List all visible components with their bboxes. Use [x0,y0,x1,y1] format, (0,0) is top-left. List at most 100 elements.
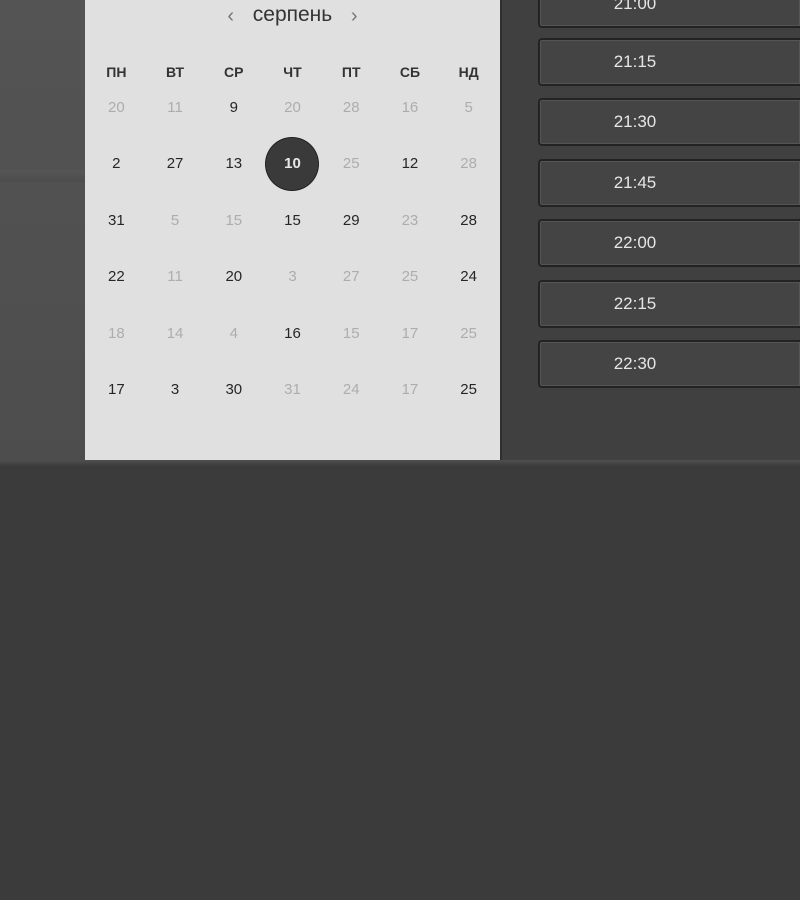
time-slot-label: 22:15 [613,294,657,313]
calendar-day-number: 27 [166,155,184,173]
panel-bottom-edge [0,460,800,466]
backdrop-left [0,0,85,462]
calendar-day-number: 20 [108,98,125,116]
time-slot-button[interactable]: 22:00 [538,219,800,267]
calendar-day-number: 30 [225,381,243,399]
calendar-day-number: 31 [284,381,301,399]
calendar-day[interactable]: 27 [146,136,205,193]
time-slot-button[interactable]: 21:00 [538,0,800,28]
calendar-day-number: 11 [167,268,183,286]
calendar-day[interactable]: 15 [204,192,263,249]
calendar-day[interactable]: 31 [263,362,322,419]
time-slot-button[interactable]: 22:15 [538,280,800,328]
time-slot-label: 22:00 [613,233,657,252]
calendar-day[interactable]: 20 [263,79,322,136]
calendar-day-number: 24 [460,268,477,286]
calendar-day[interactable]: 23 [381,192,440,249]
calendar-day-grid: 20 11 9 20 28 16 5 2 27 13 10 25 12 28 31 5 15 15 29 23 28 22… [87,79,498,418]
calendar-day[interactable]: 20 [204,249,263,306]
calendar-day-number: 14 [166,324,184,342]
chevron-right-icon[interactable]: › [344,4,364,28]
calendar-day[interactable]: 20 [87,79,146,136]
calendar-day[interactable]: 17 [87,362,146,419]
time-slot-label: 21:00 [613,0,657,13]
calendar-day-number: 9 [229,98,238,116]
calendar-day[interactable]: 30 [204,362,263,419]
calendar-day[interactable]: 15 [263,192,322,249]
date-picker-calendar: ‹ серпень › ПН ВТ СР ЧТ ПТ СБ НД 20 11 9 20… [85,0,500,460]
time-slot-button[interactable]: 21:45 [538,159,800,207]
calendar-day[interactable]: 4 [204,305,263,362]
calendar-day-number: 24 [342,381,360,399]
calendar-day[interactable]: 2 [87,136,146,193]
calendar-day[interactable]: 12 [381,136,440,193]
time-slot-button[interactable]: 21:15 [538,38,800,86]
calendar-day[interactable]: 29 [322,192,381,249]
calendar-day[interactable]: 16 [263,305,322,362]
time-slot-label: 21:45 [613,173,657,192]
calendar-day[interactable]: 24 [322,362,381,419]
calendar-day[interactable]: 22 [87,249,146,306]
calendar-day[interactable]: 3 [263,249,322,306]
calendar-day[interactable]: 28 [322,79,381,136]
calendar-day-number: 15 [284,211,301,229]
calendar-day-number: 3 [288,268,297,286]
calendar-day-number: 25 [460,324,477,342]
calendar-day[interactable]: 13 [204,136,263,193]
calendar-day-number: 20 [225,268,243,286]
calendar-day[interactable]: 28 [439,192,498,249]
calendar-day[interactable]: 15 [322,305,381,362]
calendar-day[interactable]: 3 [146,362,205,419]
calendar-day-number: 3 [170,381,180,399]
calendar-day[interactable]: 17 [381,362,440,419]
calendar-day[interactable]: 28 [439,136,498,193]
calendar-day[interactable]: 25 [381,249,440,306]
time-slot-label: 21:30 [613,112,657,131]
calendar-day-selected[interactable]: 10 [263,136,322,193]
calendar-day-number: 16 [401,98,419,116]
calendar-day-number: 17 [401,381,419,399]
calendar-day[interactable]: 17 [381,305,440,362]
calendar-day-number: 28 [460,211,477,229]
time-slot-label: 22:30 [613,354,657,373]
calendar-day[interactable]: 5 [439,79,498,136]
chevron-left-icon[interactable]: ‹ [221,4,241,28]
calendar-day-number: 23 [401,211,419,229]
calendar-day-number: 5 [170,211,180,229]
calendar-day[interactable]: 31 [87,192,146,249]
calendar-day[interactable]: 27 [322,249,381,306]
calendar-day-number: 4 [229,324,238,342]
calendar-day[interactable]: 25 [439,305,498,362]
calendar-day-number: 25 [460,381,477,399]
calendar-day-number: 15 [342,324,360,342]
time-slot-button[interactable]: 21:30 [538,98,800,146]
calendar-day[interactable]: 16 [381,79,440,136]
calendar-day[interactable]: 9 [204,79,263,136]
calendar-day-number: 11 [167,98,183,116]
calendar-day-number: 25 [401,268,419,286]
calendar-day[interactable]: 24 [439,249,498,306]
calendar-day-number: 12 [401,155,419,173]
time-slot-button[interactable]: 22:30 [538,340,800,388]
calendar-day[interactable]: 14 [146,305,205,362]
calendar-day[interactable]: 25 [322,136,381,193]
calendar-day-number: 28 [342,98,360,116]
calendar-day-number: 15 [225,211,243,229]
time-slot-label: 21:15 [613,52,657,71]
calendar-day-number: 20 [284,98,301,116]
calendar-day-number: 28 [460,155,477,173]
calendar-day[interactable]: 5 [146,192,205,249]
calendar-day[interactable]: 11 [146,79,205,136]
calendar-day-number: 31 [108,211,125,229]
calendar-day-number: 29 [342,211,360,229]
calendar-day-number: 25 [342,155,360,173]
calendar-day-number: 18 [108,324,125,342]
calendar-day[interactable]: 25 [439,362,498,419]
calendar-day-number: 5 [464,98,473,116]
backdrop-streak [0,170,85,182]
calendar-day-number: 17 [108,381,125,399]
calendar-day-number: 27 [342,268,360,286]
calendar-day[interactable]: 18 [87,305,146,362]
calendar-day-number: 16 [284,324,301,342]
calendar-day[interactable]: 11 [146,249,205,306]
